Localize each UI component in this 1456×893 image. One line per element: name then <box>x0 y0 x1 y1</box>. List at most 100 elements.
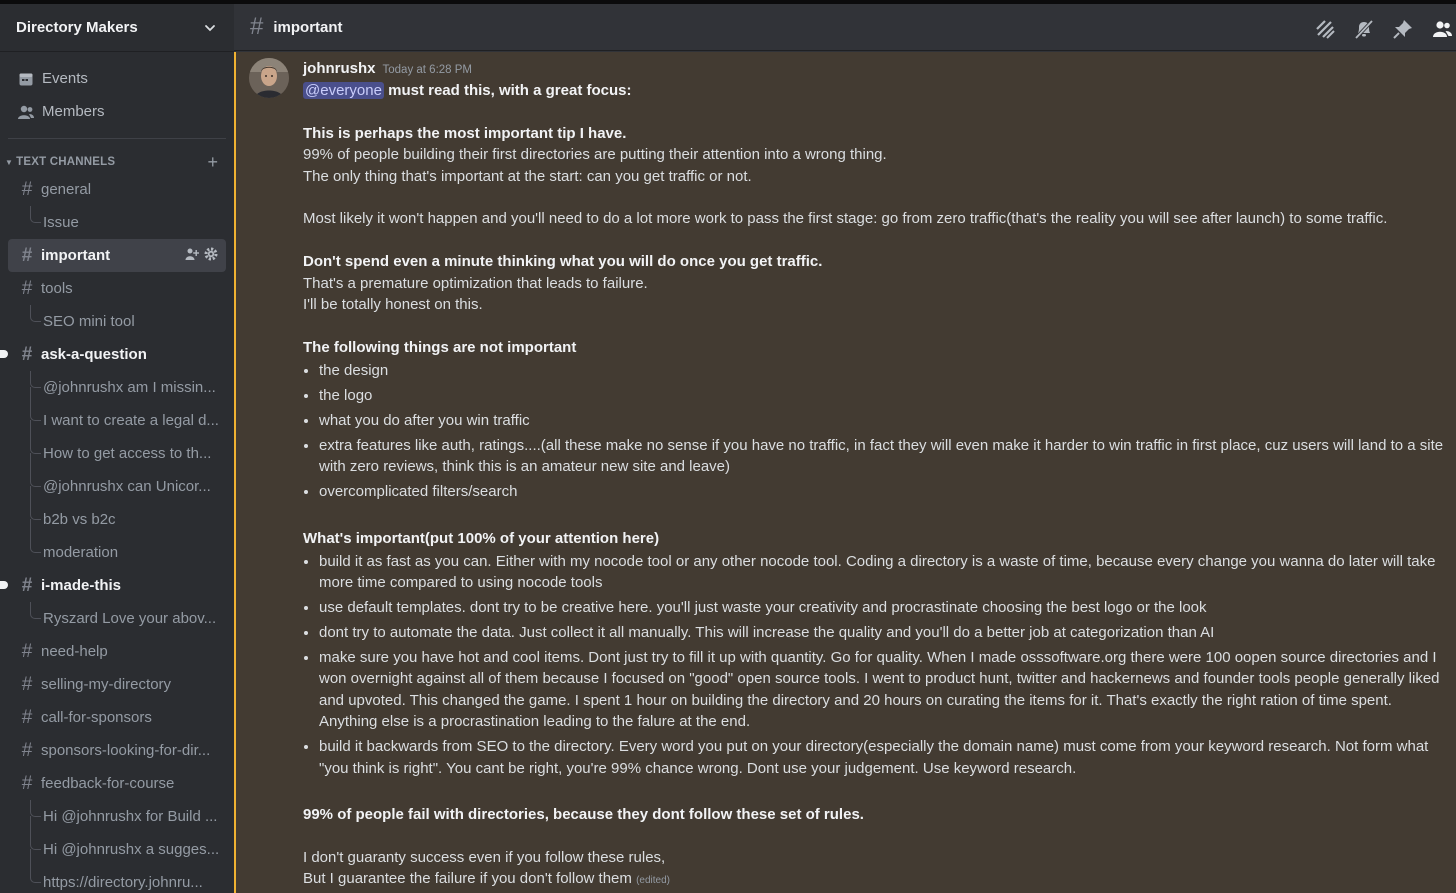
channel-label: ask-a-question <box>41 346 147 363</box>
thread-item[interactable]: moderation <box>8 536 226 569</box>
create-invite-icon[interactable] <box>185 247 199 261</box>
thread-label: @johnrushx can Unicor... <box>43 478 211 495</box>
channel-label: i-made-this <box>41 577 122 594</box>
list-item: overcomplicated filters/search <box>319 481 1453 502</box>
channel-label: important <box>41 247 111 264</box>
mute-bell-icon[interactable] <box>1352 17 1376 41</box>
hash-icon: # <box>21 277 33 299</box>
channel-important[interactable]: # important <box>8 239 226 272</box>
header-toolbar <box>1313 17 1454 41</box>
section-heading: What's important(put 100% of your attent… <box>303 529 660 547</box>
thread-label: Hi @johnrushx a sugges... <box>43 841 220 858</box>
channel-call-for-sponsors[interactable]: # call-for-sponsors <box>8 701 226 734</box>
unread-indicator <box>0 350 8 358</box>
text-line: The only thing that's important at the s… <box>303 167 752 185</box>
intro-text: must read this, with a great focus: <box>383 82 632 99</box>
text-line: I don't guaranty success even if you fol… <box>303 848 666 866</box>
category-text-channels[interactable]: ▼ TEXT CHANNELS + <box>0 153 234 171</box>
bold-line: Don't spend even a minute thinking what … <box>303 253 823 271</box>
hash-icon: # <box>21 574 33 596</box>
thread-issue[interactable]: Issue <box>8 206 226 239</box>
list-item: the logo <box>319 385 1453 406</box>
unread-indicator <box>0 581 8 589</box>
channel-label: selling-my-directory <box>41 676 172 693</box>
member-list-icon[interactable] <box>1430 17 1454 41</box>
pin-icon[interactable] <box>1391 17 1415 41</box>
list-item: what you do after you win traffic <box>319 410 1453 431</box>
list-item: the design <box>319 360 1453 381</box>
thread-label: moderation <box>43 544 119 561</box>
channel-ask-a-question[interactable]: # ask-a-question <box>0 338 226 371</box>
hash-icon: # <box>21 772 33 794</box>
members-label: Members <box>42 103 105 120</box>
members-link[interactable]: Members <box>8 95 226 128</box>
important-list: build it as fast as you can. Either with… <box>319 551 1453 779</box>
avatar[interactable] <box>249 58 289 98</box>
main-panel: # important johnrushx Today at 6:28 PM @… <box>234 4 1456 893</box>
gear-icon[interactable] <box>204 247 218 261</box>
channel-label: call-for-sponsors <box>41 709 152 726</box>
calendar-icon <box>17 70 35 88</box>
not-important-list: the design the logo what you do after yo… <box>319 360 1453 502</box>
channel-label: general <box>41 181 92 198</box>
hash-icon: # <box>21 640 33 662</box>
conclusion: 99% of people fail with directories, bec… <box>303 805 864 823</box>
events-link[interactable]: Events <box>8 62 226 95</box>
thread-label: SEO mini tool <box>43 313 135 330</box>
thread-item[interactable]: I want to create a legal d... <box>8 404 226 437</box>
thread-item[interactable]: How to get access to th... <box>8 437 226 470</box>
everyone-mention[interactable]: @everyone <box>303 82 384 99</box>
channel-general[interactable]: # general <box>8 173 226 206</box>
channel-sponsors-looking[interactable]: # sponsors-looking-for-dir... <box>8 734 226 767</box>
channel-label: tools <box>41 280 73 297</box>
timestamp: Today at 6:28 PM <box>382 64 473 76</box>
channel-feedback-for-course[interactable]: # feedback-for-course <box>8 767 226 800</box>
thread-label: Hi @johnrushx for Build ... <box>43 808 218 825</box>
category-label: TEXT CHANNELS <box>16 156 116 168</box>
text-line: Most likely it won't happen and you'll n… <box>303 210 1388 228</box>
thread-item[interactable]: Ryszard Love your abov... <box>8 602 226 635</box>
hash-icon: # <box>21 673 33 695</box>
list-item: build it backwards from SEO to the direc… <box>319 736 1453 779</box>
channel-label: feedback-for-course <box>41 775 175 792</box>
edited-label: (edited) <box>636 875 670 887</box>
threads-icon[interactable] <box>1313 17 1337 41</box>
list-item: build it as fast as you can. Either with… <box>319 551 1453 594</box>
tip-heading: This is perhaps the most important tip I… <box>303 124 627 142</box>
thread-label: Issue <box>43 214 79 231</box>
channel-label: sponsors-looking-for-dir... <box>41 742 211 759</box>
thread-label: Ryszard Love your abov... <box>43 610 217 627</box>
author-name[interactable]: johnrushx <box>303 58 376 79</box>
caret-down-icon: ▼ <box>5 157 14 167</box>
top-links: Events Members <box>0 52 234 128</box>
thread-item[interactable]: @johnrushx can Unicor... <box>8 470 226 503</box>
add-channel-icon[interactable]: + <box>207 153 218 171</box>
chevron-down-icon <box>205 24 215 31</box>
thread-item[interactable]: https://directory.johnru... <box>8 866 226 893</box>
list-item: make sure you have hot and cool items. D… <box>319 647 1453 733</box>
hash-icon: # <box>21 739 33 761</box>
thread-item[interactable]: Hi @johnrushx a sugges... <box>8 833 226 866</box>
events-label: Events <box>42 70 88 87</box>
sidebar-divider <box>8 138 226 139</box>
section-heading: The following things are not important <box>303 338 577 356</box>
thread-item[interactable]: Hi @johnrushx for Build ... <box>8 800 226 833</box>
server-header[interactable]: Directory Makers <box>0 4 234 52</box>
thread-item[interactable]: b2b vs b2c <box>8 503 226 536</box>
hash-icon: # <box>21 343 33 365</box>
text-line: That's a premature optimization that lea… <box>303 274 648 292</box>
channel-label: need-help <box>41 643 108 660</box>
thread-label: b2b vs b2c <box>43 511 116 528</box>
text-line: I'll be totally honest on this. <box>303 296 483 314</box>
channel-selling-my-directory[interactable]: # selling-my-directory <box>8 668 226 701</box>
thread-item[interactable]: @johnrushx am I missin... <box>8 371 226 404</box>
channel-need-help[interactable]: # need-help <box>8 635 226 668</box>
channel-i-made-this[interactable]: # i-made-this <box>0 569 226 602</box>
thread-label: How to get access to th... <box>43 445 212 462</box>
hash-icon: # <box>21 178 33 200</box>
message-meta: johnrushx Today at 6:28 PM <box>303 58 1453 80</box>
message-intro: @everyone must read this, with a great f… <box>303 80 1453 101</box>
channel-tools[interactable]: # tools <box>8 272 226 305</box>
hash-icon: # <box>21 244 33 266</box>
thread-seo-mini-tool[interactable]: SEO mini tool <box>8 305 226 338</box>
